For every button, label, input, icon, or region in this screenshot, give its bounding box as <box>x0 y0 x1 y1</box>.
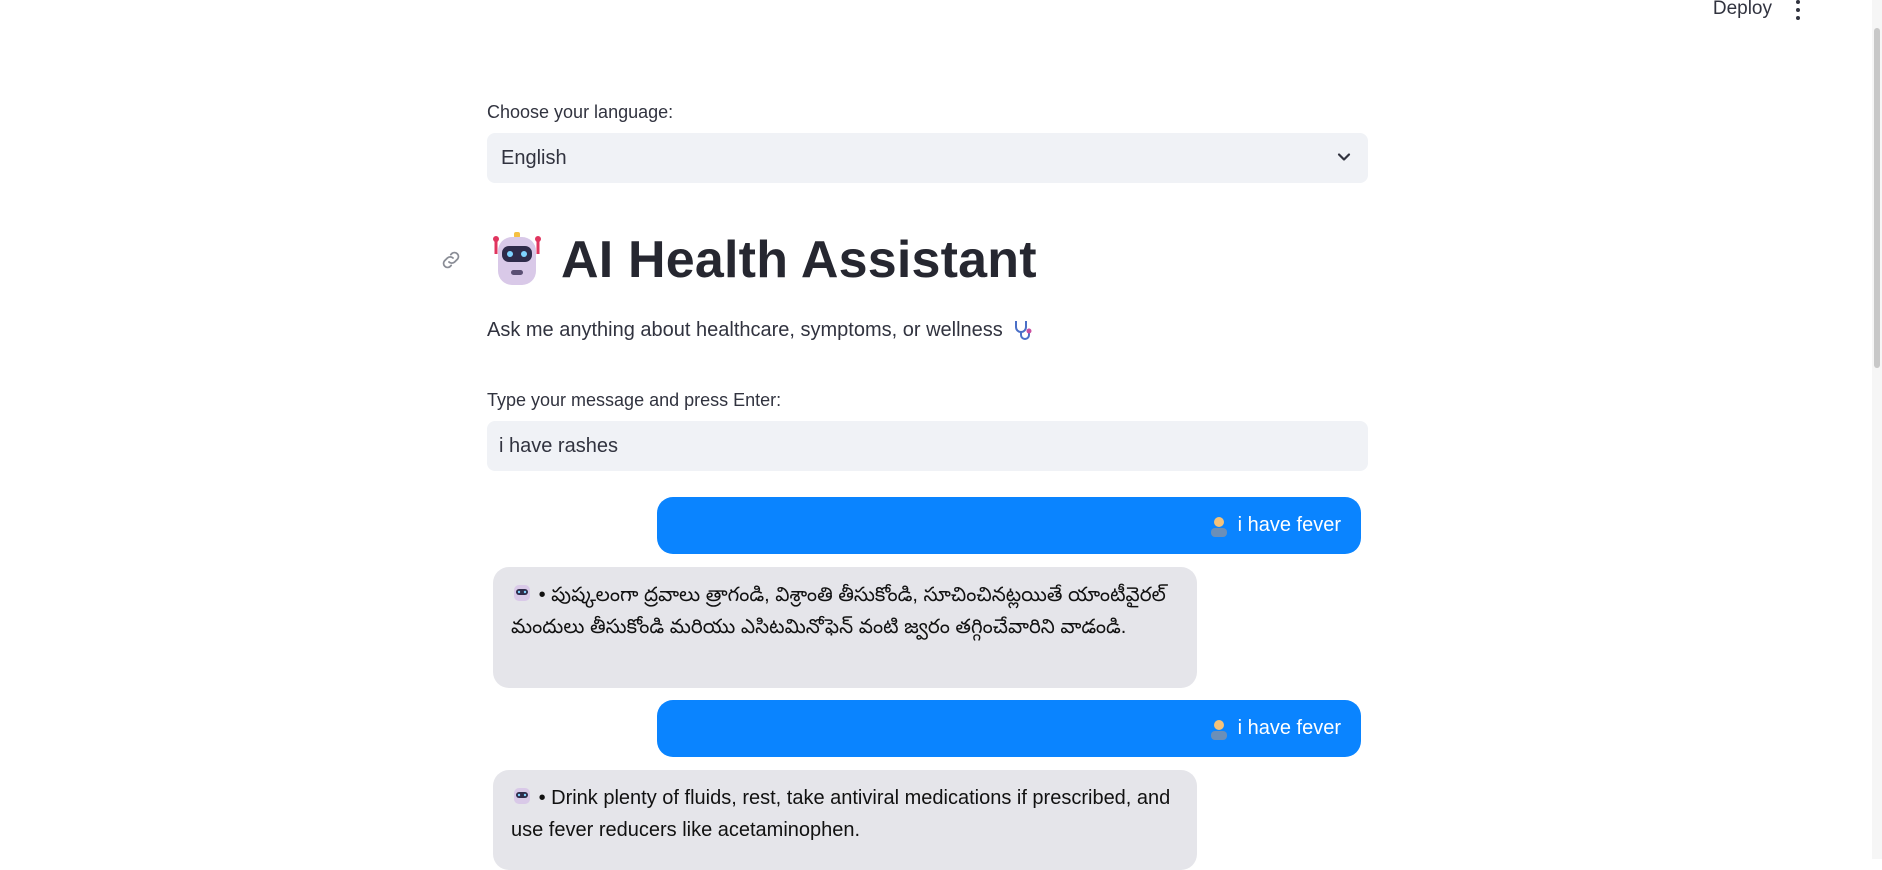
robot-icon <box>514 788 530 804</box>
kebab-menu-icon[interactable] <box>1788 0 1808 22</box>
robot-icon <box>514 585 530 601</box>
subtitle-text: Ask me anything about healthcare, sympto… <box>487 318 1003 341</box>
user-message-text: i have fever <box>1237 717 1341 739</box>
language-select[interactable]: English <box>487 133 1368 183</box>
page-title: AI Health Assistant <box>561 231 1037 289</box>
user-message-text: i have fever <box>1237 514 1341 536</box>
bot-message-text: • Drink plenty of fluids, rest, take ant… <box>511 787 1171 841</box>
language-selected-value: English <box>501 146 567 169</box>
scrollbar[interactable] <box>1872 0 1882 859</box>
user-message-bubble: i have fever <box>657 700 1361 757</box>
message-input[interactable] <box>487 421 1368 471</box>
user-icon <box>1210 719 1227 740</box>
user-icon <box>1210 516 1227 537</box>
subtitle: Ask me anything about healthcare, sympto… <box>487 318 1035 342</box>
deploy-button[interactable]: Deploy <box>1713 0 1772 20</box>
link-icon[interactable] <box>439 248 463 272</box>
bot-message-text: • పుష్కలంగా ద్రవాలు త్రాగండి, విశ్రాంతి … <box>511 584 1166 638</box>
bot-message-bubble: • Drink plenty of fluids, rest, take ant… <box>493 770 1197 870</box>
top-bar: Deploy <box>0 0 1882 40</box>
page-title-row: AI Health Assistant <box>487 228 1037 292</box>
stethoscope-icon <box>1014 321 1032 340</box>
robot-icon <box>493 232 541 285</box>
bot-message-bubble: • పుష్కలంగా ద్రవాలు త్రాగండి, విశ్రాంతి … <box>493 567 1197 688</box>
message-input-label: Type your message and press Enter: <box>487 390 782 410</box>
chevron-down-icon <box>1337 153 1351 161</box>
language-label: Choose your language: <box>487 102 674 122</box>
scroll-thumb[interactable] <box>1874 28 1880 368</box>
user-message-bubble: i have fever <box>657 497 1361 554</box>
